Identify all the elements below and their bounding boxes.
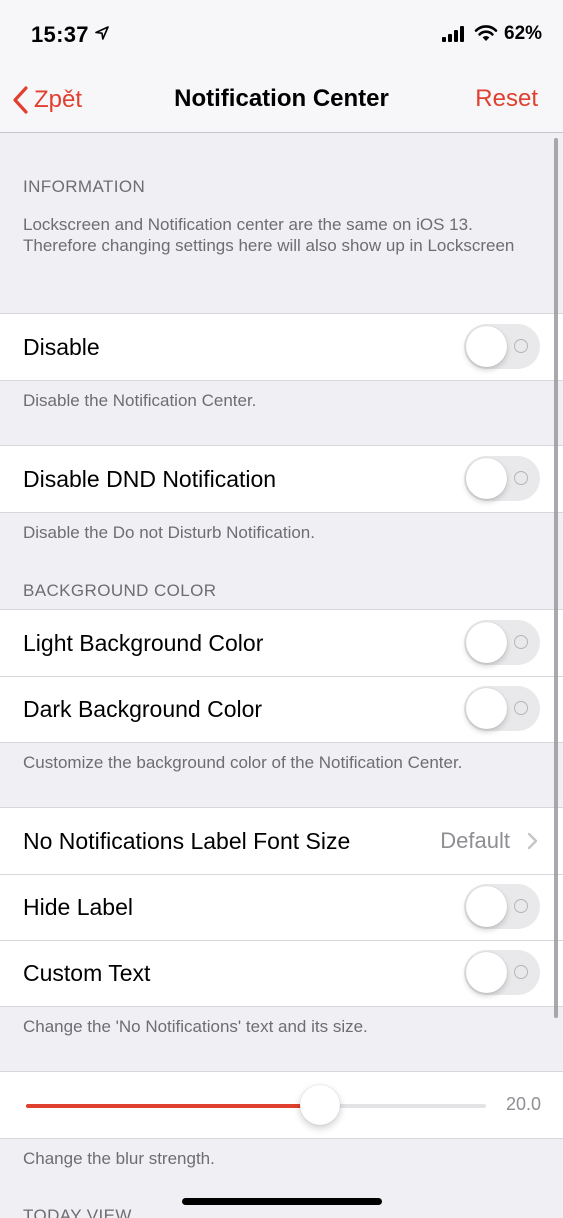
home-indicator[interactable]	[182, 1198, 382, 1205]
dark-background-row: Dark Background Color	[0, 676, 563, 742]
no-notifications-group: No Notifications Label Font Size Default…	[0, 807, 563, 1007]
section-header-background-color: BACKGROUND COLOR	[23, 581, 217, 600]
hide-label-label: Hide Label	[23, 893, 133, 920]
custom-text-label: Custom Text	[23, 959, 151, 986]
reset-button[interactable]: Reset	[475, 85, 538, 113]
toggle-knob	[466, 886, 507, 927]
font-size-value: Default	[440, 828, 510, 853]
hide-label-toggle[interactable]	[464, 884, 540, 929]
background-color-footer: Customize the background color of the No…	[23, 753, 463, 772]
no-notifications-footer: Change the 'No Notifications' text and i…	[23, 1017, 368, 1036]
chevron-right-icon	[527, 832, 538, 850]
blur-footer: Change the blur strength.	[23, 1149, 215, 1168]
disable-footer: Disable the Notification Center.	[23, 391, 257, 410]
blur-group: 20.0	[0, 1071, 563, 1139]
font-size-row[interactable]: No Notifications Label Font Size Default	[0, 808, 563, 874]
information-text: Lockscreen and Notification center are t…	[23, 215, 515, 255]
disable-dnd-group: Disable DND Notification	[0, 445, 563, 513]
toggle-off-icon	[514, 635, 528, 649]
custom-text-row: Custom Text	[0, 940, 563, 1006]
light-background-row: Light Background Color	[0, 610, 563, 676]
toggle-off-icon	[514, 339, 528, 353]
disable-dnd-footer: Disable the Do not Disturb Notification.	[23, 523, 315, 542]
dark-background-label: Dark Background Color	[23, 695, 263, 722]
settings-list[interactable]: INFORMATION Lockscreen and Notification …	[0, 134, 563, 1218]
background-color-group: Light Background Color Dark Background C…	[0, 609, 563, 743]
battery-percentage: 62%	[504, 23, 543, 44]
section-header-today-view: TODAY VIEW	[23, 1206, 132, 1218]
back-label: Zpět	[34, 86, 83, 113]
blur-slider-value: 20.0	[506, 1094, 541, 1114]
disable-dnd-label: Disable DND Notification	[23, 465, 277, 492]
toggle-off-icon	[514, 899, 528, 913]
status-time: 15:37	[31, 22, 89, 47]
wifi-icon	[474, 25, 498, 41]
disable-toggle[interactable]	[464, 324, 540, 369]
blur-slider-fill	[26, 1104, 321, 1108]
font-size-label: No Notifications Label Font Size	[23, 827, 351, 854]
disable-dnd-toggle[interactable]	[464, 456, 540, 501]
location-arrow-icon	[95, 26, 109, 40]
navigation-bar: Zpět Notification Center Reset	[0, 68, 563, 133]
custom-text-toggle[interactable]	[464, 950, 540, 995]
dark-background-toggle[interactable]	[464, 686, 540, 731]
toggle-knob	[466, 622, 507, 663]
disable-dnd-row: Disable DND Notification	[0, 446, 563, 512]
hide-label-row: Hide Label	[0, 874, 563, 940]
toggle-knob	[466, 688, 507, 729]
status-bar: 15:37 62%	[0, 0, 563, 68]
toggle-knob	[466, 952, 507, 993]
disable-label: Disable	[23, 333, 100, 360]
back-button[interactable]: Zpět	[12, 84, 82, 116]
cellular-signal-icon	[442, 26, 464, 42]
disable-row: Disable	[0, 314, 563, 380]
light-background-toggle[interactable]	[464, 620, 540, 665]
toggle-off-icon	[514, 965, 528, 979]
scroll-indicator[interactable]	[554, 138, 558, 1018]
chevron-left-icon	[13, 86, 28, 114]
toggle-off-icon	[514, 471, 528, 485]
toggle-knob	[466, 326, 507, 367]
blur-slider-row: 20.0	[0, 1072, 563, 1138]
section-header-information: INFORMATION	[23, 177, 146, 196]
light-background-label: Light Background Color	[23, 629, 264, 656]
blur-slider-thumb[interactable]	[300, 1085, 341, 1125]
toggle-off-icon	[514, 701, 528, 715]
toggle-knob	[466, 458, 507, 499]
blur-slider-track[interactable]	[26, 1104, 486, 1108]
disable-group: Disable	[0, 313, 563, 381]
